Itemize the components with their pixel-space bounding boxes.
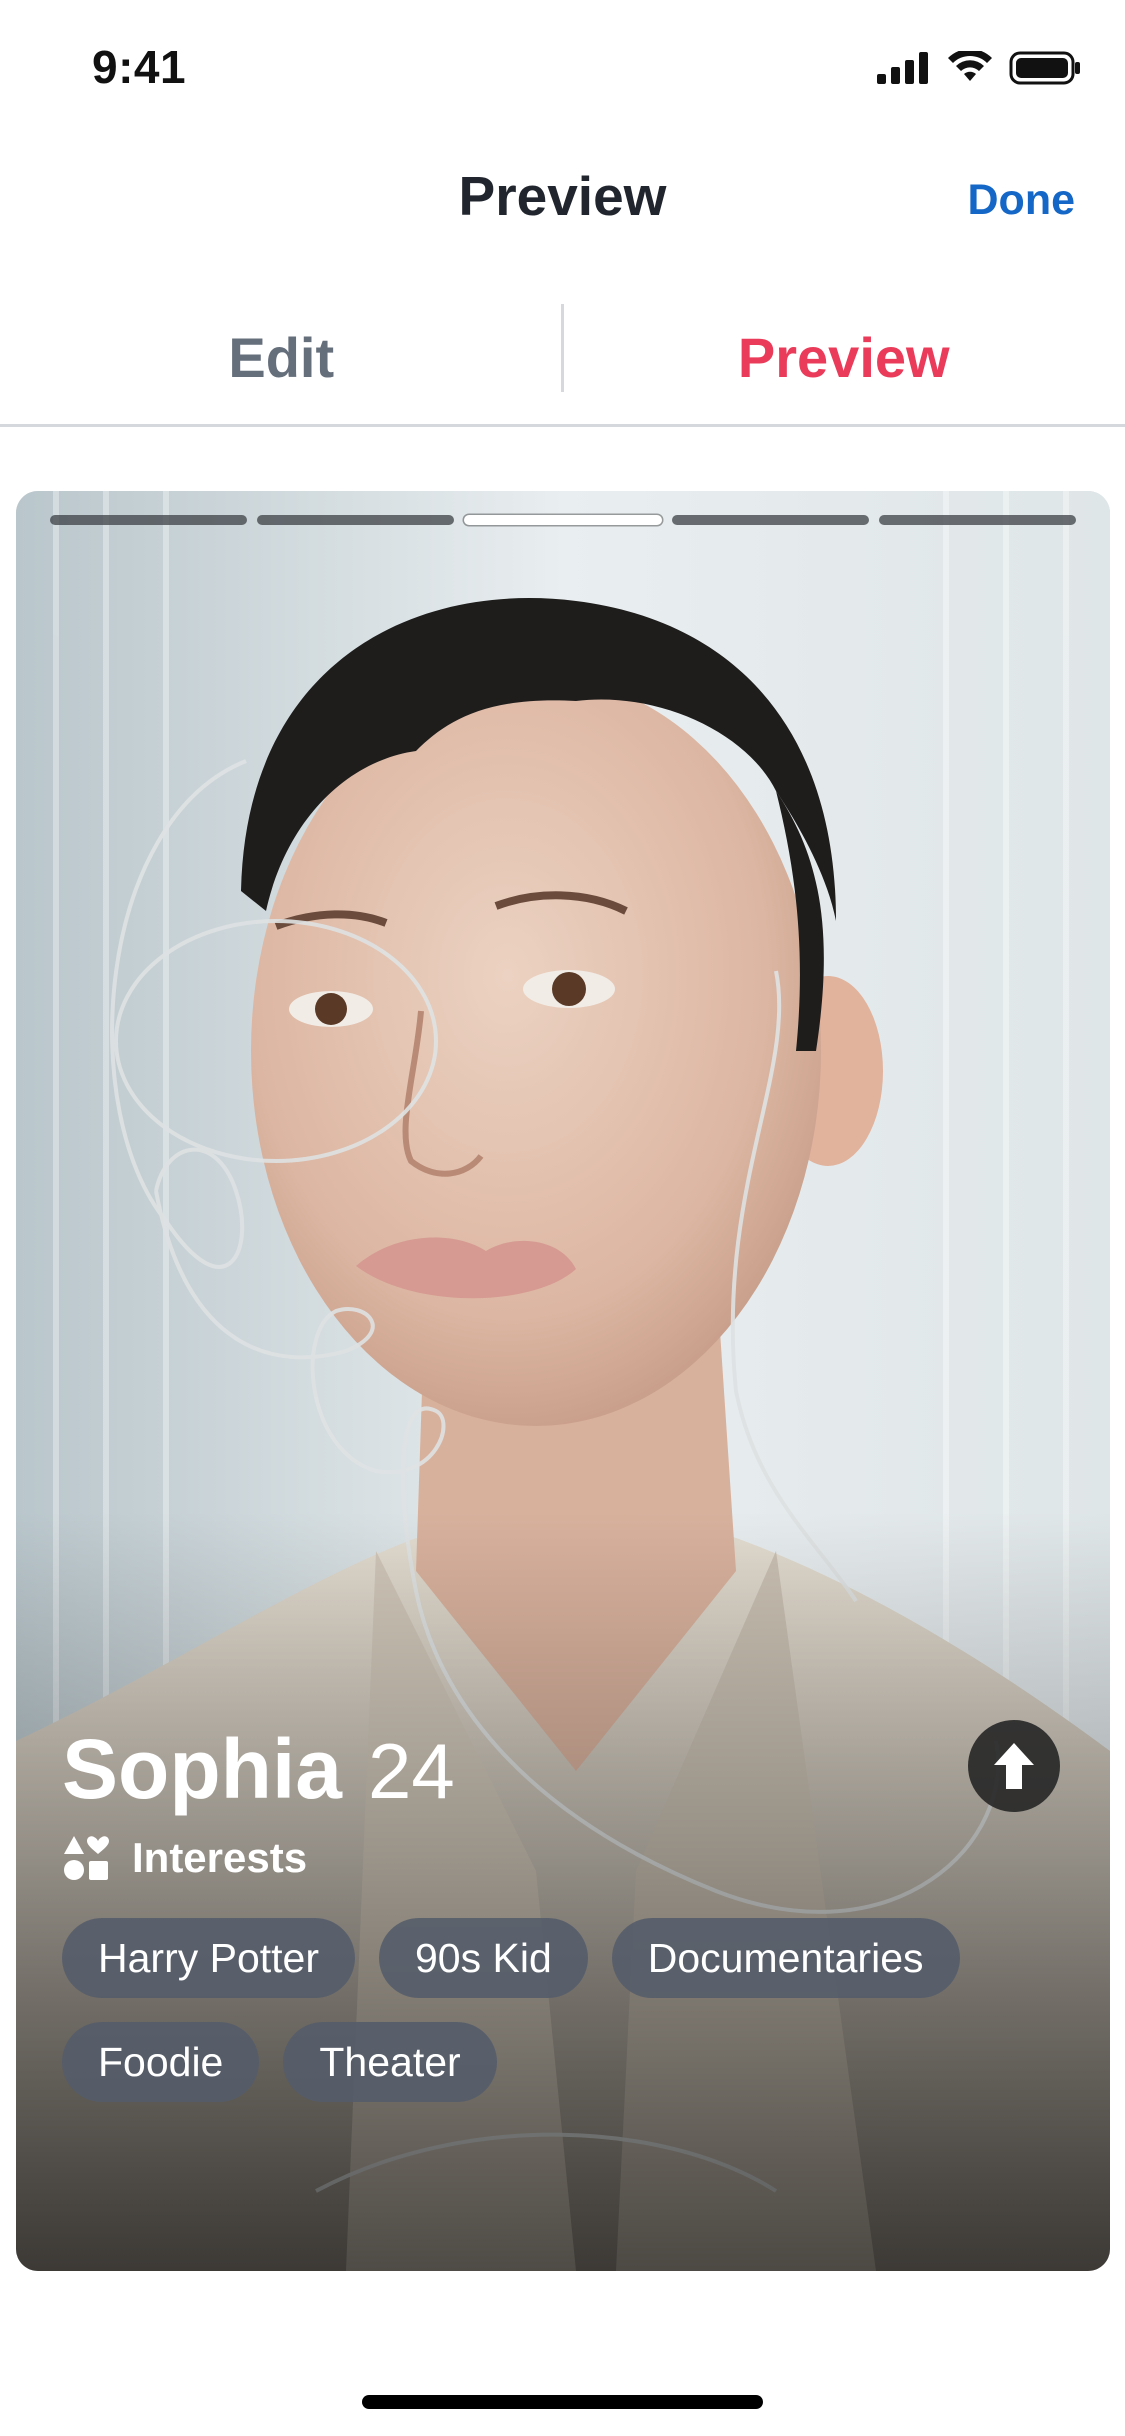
cellular-signal-icon (877, 52, 928, 84)
photo-progress-segment (257, 515, 455, 525)
profile-age: 24 (368, 1727, 455, 1815)
interests-icon (64, 1836, 109, 1880)
photo-progress-segment-active (464, 515, 662, 525)
nav-bar: Preview Done (0, 140, 1125, 250)
profile-name-row: Sophia 24 (62, 1721, 455, 1818)
photo-progress (50, 515, 1077, 525)
interest-chip: Documentaries (611, 1918, 960, 1998)
tab-edit[interactable]: Edit (0, 290, 563, 424)
profile-card[interactable]: Sophia 24 Interests Harry Potter 90s Kid… (16, 491, 1110, 2271)
open-profile-button[interactable] (968, 1720, 1060, 1812)
interest-chip: Foodie (62, 2022, 260, 2102)
arrow-up-icon (994, 1743, 1034, 1789)
tab-preview[interactable]: Preview (563, 290, 1125, 424)
interest-chip: Theater (283, 2022, 497, 2102)
photo-gradient-overlay (16, 1511, 1110, 2271)
home-indicator[interactable] (362, 2395, 763, 2409)
wifi-icon (948, 51, 992, 81)
done-button[interactable]: Done (968, 176, 1076, 225)
edit-preview-tabs: Edit Preview (0, 290, 1125, 427)
interest-chip: 90s Kid (379, 1918, 588, 1998)
photo-progress-segment (50, 515, 248, 525)
tab-divider (561, 304, 564, 392)
interest-chips: Harry Potter 90s Kid Documentaries Foodi… (62, 1918, 1062, 2102)
page-title: Preview (458, 165, 667, 227)
photo-progress-segment (878, 515, 1077, 525)
interests-header: Interests (62, 1834, 307, 1882)
status-bar: 9:41 (0, 0, 1125, 132)
status-icons (877, 50, 1081, 86)
interests-label: Interests (132, 1834, 308, 1881)
profile-name: Sophia (62, 1722, 343, 1816)
photo-progress-segment (671, 515, 869, 525)
battery-icon (1009, 51, 1080, 85)
status-time: 9:41 (92, 41, 187, 93)
interest-chip: Harry Potter (62, 1918, 355, 1998)
